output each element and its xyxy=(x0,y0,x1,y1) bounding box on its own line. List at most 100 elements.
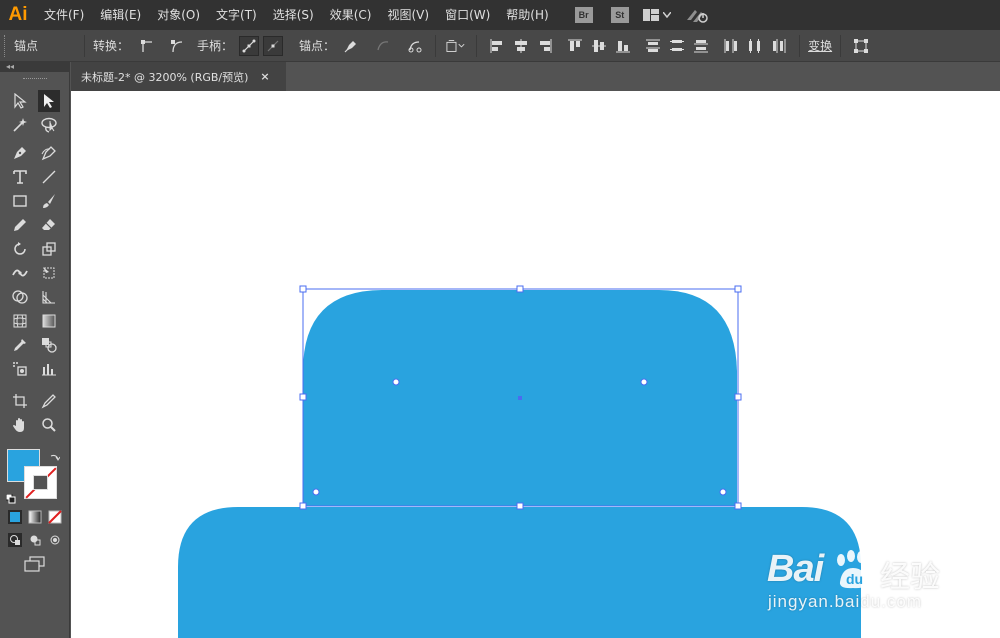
hide-handles-icon[interactable] xyxy=(263,35,284,56)
close-tab-icon[interactable]: × xyxy=(260,70,269,83)
document-tab[interactable]: 未标题-2* @ 3200% (RGB/预览) × xyxy=(71,62,286,91)
stroke-color-swatch[interactable] xyxy=(24,466,57,499)
screen-mode-icon[interactable] xyxy=(24,556,46,576)
lasso-tool-icon[interactable] xyxy=(38,114,60,136)
paintbrush-tool-icon[interactable] xyxy=(38,190,60,212)
distribute-top-icon[interactable] xyxy=(643,36,663,56)
align-bottom-icon[interactable] xyxy=(613,36,633,56)
connect-endpoints-icon[interactable] xyxy=(373,36,393,56)
magic-wand-tool-icon[interactable] xyxy=(9,114,31,136)
document-tab-bar: 未标题-2* @ 3200% (RGB/预览) × xyxy=(71,62,1000,91)
paw-logo-icon: du xyxy=(837,550,873,589)
direct-selection-tool-icon[interactable] xyxy=(38,90,60,112)
menu-object[interactable]: 对象(O) xyxy=(149,0,208,30)
draw-inside-icon[interactable] xyxy=(48,532,62,551)
curvature-tool-icon[interactable] xyxy=(38,142,60,164)
eyedropper-tool-icon[interactable] xyxy=(9,334,31,356)
menu-help[interactable]: 帮助(H) xyxy=(498,0,556,30)
none-mode-icon[interactable] xyxy=(48,509,62,528)
perspective-grid-tool-icon[interactable] xyxy=(38,286,60,308)
tools-panel: ◂◂ xyxy=(0,62,70,638)
tools-panel-grip[interactable] xyxy=(0,72,69,86)
cut-path-icon[interactable] xyxy=(405,36,425,56)
menu-effect[interactable]: 效果(C) xyxy=(322,0,380,30)
zoom-tool-icon[interactable] xyxy=(38,414,60,436)
selection-tool-icon[interactable] xyxy=(9,90,31,112)
convert-to-corner-icon[interactable] xyxy=(137,36,157,56)
remove-anchor-pen-icon[interactable] xyxy=(341,36,361,56)
gradient-tool-icon[interactable] xyxy=(38,310,60,332)
align-center-horizontal-icon[interactable] xyxy=(511,36,531,56)
rotate-tool-icon[interactable] xyxy=(9,238,31,260)
control-bar: 锚点 转换： 手柄： 锚点： 变换 xyxy=(0,30,1000,62)
rectangle-tool-icon[interactable] xyxy=(9,190,31,212)
menu-file[interactable]: 文件(F) xyxy=(36,0,92,30)
control-bar-grip[interactable] xyxy=(4,34,10,57)
distribute-bottom-icon[interactable] xyxy=(691,36,711,56)
eraser-tool-icon[interactable] xyxy=(38,214,60,236)
align-center-vertical-icon[interactable] xyxy=(589,36,609,56)
artboard-canvas[interactable]: Bai du 经验 jingyan.baidu.com xyxy=(71,91,1000,638)
bridge-button[interactable]: Br xyxy=(574,7,593,23)
default-fill-stroke-icon[interactable] xyxy=(5,489,16,508)
pen-tool-icon[interactable] xyxy=(9,142,31,164)
blend-tool-icon[interactable] xyxy=(38,334,60,356)
menu-select[interactable]: 选择(S) xyxy=(265,0,322,30)
center-point xyxy=(518,396,522,400)
isolate-icon[interactable] xyxy=(446,36,466,56)
stroke-inner xyxy=(33,475,48,490)
align-top-icon[interactable] xyxy=(565,36,585,56)
hand-tool-icon[interactable] xyxy=(9,414,31,436)
distribute-horizontal-center-icon[interactable] xyxy=(745,36,765,56)
watermark-brand: Bai xyxy=(767,548,824,590)
scale-tool-icon[interactable] xyxy=(38,238,60,260)
baidu-watermark: Bai du 经验 jingyan.baidu.com xyxy=(740,540,960,620)
svg-text:du: du xyxy=(846,571,863,587)
anchors-label: 锚点： xyxy=(299,39,336,53)
show-handles-icon[interactable] xyxy=(239,35,260,56)
stock-button[interactable]: St xyxy=(610,7,629,23)
type-tool-icon[interactable] xyxy=(9,166,31,188)
artboard-tool-icon[interactable] xyxy=(9,390,31,412)
align-left-icon[interactable] xyxy=(487,36,507,56)
transform-link[interactable]: 变换 xyxy=(808,37,832,54)
align-right-icon[interactable] xyxy=(535,36,555,56)
distribute-left-icon[interactable] xyxy=(721,36,741,56)
mesh-tool-icon[interactable] xyxy=(9,310,31,332)
handles-label: 手柄： xyxy=(197,39,234,53)
distribute-right-icon[interactable] xyxy=(769,36,789,56)
watermark-brand-cn: 经验 xyxy=(880,560,940,595)
gpu-performance-icon[interactable] xyxy=(685,6,709,24)
color-mode-icon[interactable] xyxy=(8,509,22,528)
bounding-box-icon[interactable] xyxy=(851,36,871,56)
divider xyxy=(840,34,842,57)
shape-builder-tool-icon[interactable] xyxy=(9,286,31,308)
symbol-sprayer-tool-icon[interactable] xyxy=(9,358,31,380)
convert-label: 转换： xyxy=(93,39,130,53)
draw-normal-icon[interactable] xyxy=(8,532,22,551)
menu-edit[interactable]: 编辑(E) xyxy=(92,0,149,30)
app-logo: Ai xyxy=(8,4,28,25)
anchor-context-label: 锚点 xyxy=(14,39,39,53)
free-transform-tool-icon[interactable] xyxy=(38,262,60,284)
divider xyxy=(435,34,437,57)
workspace-switcher-button[interactable] xyxy=(642,9,671,21)
menu-view[interactable]: 视图(V) xyxy=(379,0,437,30)
tools-panel-collapse[interactable]: ◂◂ xyxy=(0,62,69,72)
slice-tool-icon[interactable] xyxy=(38,390,60,412)
shaper-tool-icon[interactable] xyxy=(9,214,31,236)
distribute-center-icon[interactable] xyxy=(667,36,687,56)
width-tool-icon[interactable] xyxy=(9,262,31,284)
menu-type[interactable]: 文字(T) xyxy=(208,0,265,30)
divider xyxy=(476,34,478,57)
column-graph-tool-icon[interactable] xyxy=(38,358,60,380)
document-tab-title: 未标题-2* @ 3200% (RGB/预览) xyxy=(81,70,249,84)
workspace-grid-icon xyxy=(642,9,659,21)
menu-window[interactable]: 窗口(W) xyxy=(437,0,498,30)
gradient-mode-icon[interactable] xyxy=(28,509,42,528)
convert-to-smooth-icon[interactable] xyxy=(167,36,187,56)
divider xyxy=(84,34,86,57)
line-segment-tool-icon[interactable] xyxy=(38,166,60,188)
draw-behind-icon[interactable] xyxy=(28,532,42,551)
swap-fill-stroke-icon[interactable] xyxy=(50,448,61,467)
